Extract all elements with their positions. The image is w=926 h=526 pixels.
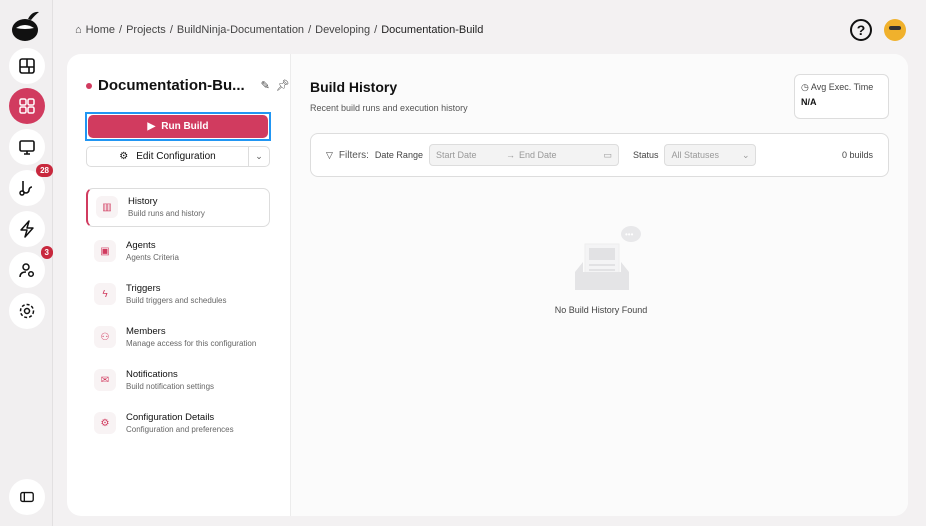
sidebar-icon [20,491,34,503]
mail-icon: ✉ [94,369,116,391]
play-icon: ▶ [147,121,156,132]
nav-item-configuration-details[interactable]: ⚙ Configuration Details Configuration and … [86,405,270,442]
agents-nav-button[interactable] [9,129,45,165]
icon-rail: 28 3 [0,0,53,526]
breadcrumb-current: Documentation-Build [381,24,484,36]
start-date-input[interactable]: Start Date [436,150,506,160]
page-title: Build History [310,79,398,95]
run-build-button[interactable]: ▶ Run Build [85,112,271,141]
pencil-icon[interactable]: ✎ [261,79,270,92]
lightning-icon [20,220,34,238]
nav-item-triggers[interactable]: ϟ Triggers Build triggers and schedules [86,276,270,313]
nav-label: Triggers [126,283,161,294]
triggers-nav-button[interactable] [9,211,45,247]
page-subtitle: Recent build runs and execution history [310,103,468,113]
home-icon: ⌂ [75,24,82,36]
status-select[interactable]: All Statuses ⌄ [664,144,757,166]
date-range-label: Date Range [374,150,423,160]
grid-icon [19,98,35,114]
clock-icon: ◷ [801,82,809,92]
nav-item-members[interactable]: ⚇ Members Manage access for this configura… [86,319,270,356]
members-icon: ⚇ [94,326,116,348]
build-count: 0 builds [841,150,873,160]
date-range-input[interactable]: Start Date → End Date ▭ [428,144,619,166]
users-nav-button[interactable]: 3 [9,246,53,288]
gear-icon [19,303,35,319]
layout-icon [19,58,35,74]
filter-icon: ▽ [326,149,333,160]
dashboard-nav-button[interactable] [9,48,45,84]
avg-value: N/A [801,97,817,107]
filters-bar: ▽ Filters: Date Range Start Date → End D… [310,133,889,177]
filters-label: Filters: [338,149,369,161]
nav-sub: Build runs and history [128,209,205,218]
nav-item-notifications[interactable]: ✉ Notifications Build notification setting… [86,362,270,399]
nav-label: Agents [126,240,156,251]
avatar[interactable] [884,19,906,41]
empty-inbox-icon: ••• [575,226,641,290]
gear-icon: ⚙ [119,151,129,162]
breadcrumb-separator: / [169,24,173,36]
nav-item-agents[interactable]: ▣ Agents Agents Criteria [86,233,270,270]
nav-sub: Build triggers and schedules [126,296,227,305]
config-title: Documentation-Bu... [98,77,245,94]
calendar-icon: ▭ [603,149,612,160]
breadcrumb-subproject[interactable]: Developing [315,24,370,36]
nav-label: History [128,196,158,207]
svg-text:•••: ••• [625,230,634,239]
avg-exec-time-card: ◷ Avg Exec. Time N/A [794,74,889,119]
empty-message: No Build History Found [554,305,648,315]
nav-label: Members [126,326,166,337]
projects-nav-button[interactable] [9,88,45,124]
breadcrumb: ⌂ Home / Projects / BuildNinja-Documentati… [75,24,483,36]
config-nav: ▥ History Build runs and history ▣ Agents Ag… [86,188,270,448]
vcs-nav-button[interactable]: 28 [9,164,53,206]
nav-sub: Manage access for this configuration [126,339,257,348]
settings-nav-button[interactable] [9,293,45,329]
users-badge: 3 [40,246,53,259]
breadcrumb-separator: / [308,24,312,36]
logo-icon[interactable] [10,10,42,42]
monitor-icon [19,140,35,155]
breadcrumb-projects[interactable]: Projects [126,24,166,36]
status-select-value: All Statuses [671,150,720,160]
nav-sub: Agents Criteria [126,253,179,262]
build-history-panel: Build History Recent build runs and exec… [291,54,908,516]
nav-item-history[interactable]: ▥ History Build runs and history [86,188,270,227]
sidebar-toggle-button[interactable] [9,479,45,515]
chevron-down-icon[interactable]: ⌄ [248,147,269,166]
run-build-label: Run Build [161,121,209,132]
breadcrumb-project[interactable]: BuildNinja-Documentation [177,24,304,36]
vcs-icon [19,181,33,196]
chevron-down-icon: ⌄ [741,149,750,160]
user-settings-icon [19,263,35,278]
nav-sub: Configuration and preferences [126,425,234,434]
agent-icon: ▣ [94,240,116,262]
avg-label: Avg Exec. Time [810,82,874,92]
nav-label: Configuration Details [126,412,215,423]
configuration-card: Documentation-Bu... ✎ 📌︎ ▶ Run Build ⚙ Edi… [67,54,908,516]
help-icon[interactable]: ? [850,19,872,41]
breadcrumb-separator: / [374,24,378,36]
end-date-input[interactable]: End Date [519,150,557,160]
nav-sub: Build notification settings [126,382,215,391]
vcs-badge: 28 [36,164,53,177]
chart-icon: ▥ [96,196,118,218]
edit-configuration-button[interactable]: ⚙ Edit Configuration ⌄ [86,146,270,167]
gear-icon: ⚙ [94,412,116,434]
status-dot [86,82,92,89]
arrow-icon: → [505,150,515,160]
breadcrumb-home[interactable]: Home [86,24,115,36]
status-label: Status [632,150,659,160]
empty-state: ••• No Build History Found [541,224,661,315]
edit-configuration-label: Edit Configuration [136,151,216,162]
nav-label: Notifications [126,369,178,380]
config-sidebar: Documentation-Bu... ✎ 📌︎ ▶ Run Build ⚙ Edi… [67,54,291,516]
breadcrumb-separator: / [119,24,123,36]
pin-icon[interactable]: 📌︎ [276,79,290,92]
lightning-icon: ϟ [94,283,116,305]
